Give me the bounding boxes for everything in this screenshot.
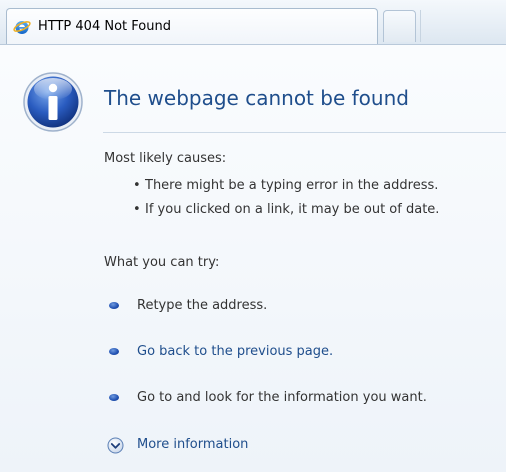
tab-strip: HTTP 404 Not Found [0,0,506,45]
more-information-link[interactable]: More information [137,437,248,452]
causes-heading: Most likely causes: [104,151,227,166]
retype-address-text: Retype the address. [137,298,268,313]
try-heading: What you can try: [104,255,220,270]
bullet-dot: • [133,202,141,217]
title-divider [103,132,506,133]
tab-title: HTTP 404 Not Found [38,19,171,34]
blue-bullet-icon [109,302,119,309]
cause-text: There might be a typing error in the add… [145,178,439,193]
bullet-dot: • [133,178,141,193]
cause-item: • If you clicked on a link, it may be out… [133,202,439,217]
go-back-link[interactable]: Go back to the previous page. [137,344,333,359]
new-tab-button[interactable] [383,10,416,42]
blue-bullet-icon [109,394,119,401]
chevron-down-icon [107,437,124,454]
tab-http-404[interactable]: HTTP 404 Not Found [6,8,378,44]
cause-text: If you clicked on a link, it may be out … [145,202,440,217]
tab-strip-divider [420,10,421,42]
browser-window: HTTP 404 Not Found The webpage cannot be… [0,0,506,472]
info-icon [23,72,83,132]
cause-item: • There might be a typing error in the ad… [133,178,438,193]
page-title: The webpage cannot be found [104,86,409,110]
error-page-content: The webpage cannot be found Most likely … [0,45,506,472]
internet-explorer-icon [13,21,31,34]
blue-bullet-icon [109,348,119,355]
go-to-text: Go to and look for the information you w… [137,390,427,405]
